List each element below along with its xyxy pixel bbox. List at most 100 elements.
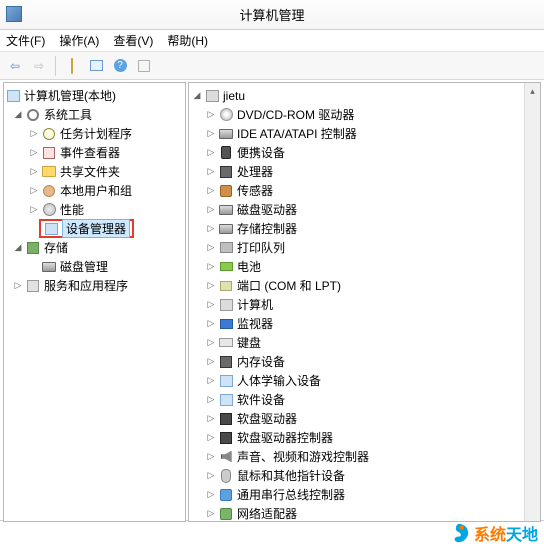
expand-icon[interactable]: ▷ [27, 165, 41, 179]
tree-label: 计算机 [237, 296, 273, 313]
device-category-monitors[interactable]: ▷ 监视器 [190, 314, 539, 333]
expand-icon[interactable]: ▷ [204, 336, 218, 350]
menu-action[interactable]: 操作(A) [59, 32, 99, 49]
menu-view[interactable]: 查看(V) [113, 32, 153, 49]
left-tree-panel[interactable]: 计算机管理(本地) ◢ 系统工具 ▷ 任务计划程序 ▷ 事件查看器 ▷ 共享文件… [3, 82, 186, 522]
tree-label: 打印队列 [237, 239, 285, 256]
device-root[interactable]: ◢ jietu [190, 86, 539, 105]
device-category-keyboards[interactable]: ▷键盘 [190, 333, 539, 352]
tree-label: 任务计划程序 [60, 125, 132, 142]
expand-icon[interactable]: ▷ [204, 450, 218, 464]
expand-icon[interactable]: ▷ [27, 203, 41, 217]
device-category-network-adapters[interactable]: ▷网络适配器 [190, 504, 539, 522]
tree-label: 磁盘管理 [60, 258, 108, 275]
menu-help[interactable]: 帮助(H) [167, 32, 208, 49]
tree-shared-folders[interactable]: ▷ 共享文件夹 [5, 162, 184, 181]
toolbar: ⇦ ⇨ ? [0, 52, 544, 80]
device-category-sound-video-game[interactable]: ▷ 声音、视频和游戏控制器 [190, 447, 539, 466]
device-category-hid-devices[interactable]: ▷ 人体学输入设备 [190, 371, 539, 390]
expand-icon[interactable]: ▷ [204, 127, 218, 141]
expand-icon[interactable]: ▷ [204, 165, 218, 179]
tree-label: 便携设备 [237, 144, 285, 161]
device-category-ports-com-lpt[interactable]: ▷端口 (COM 和 LPT) [190, 276, 539, 295]
expand-icon[interactable]: ▷ [204, 393, 218, 407]
expand-icon[interactable]: ▷ [204, 488, 218, 502]
expand-icon[interactable]: ▷ [204, 260, 218, 274]
device-category-storage-controllers[interactable]: ▷存储控制器 [190, 219, 539, 238]
device-category-portable-devices[interactable]: ▷ 便携设备 [190, 143, 539, 162]
tools-icon [25, 107, 41, 123]
device-category-software-devices[interactable]: ▷软件设备 [190, 390, 539, 409]
tree-system-tools[interactable]: ◢ 系统工具 [5, 105, 184, 124]
tree-storage[interactable]: ◢ 存储 [5, 238, 184, 257]
expand-icon[interactable]: ▷ [204, 222, 218, 236]
collapse-icon[interactable]: ◢ [190, 89, 204, 103]
device-category-dvd-cd-rom[interactable]: ▷DVD/CD-ROM 驱动器 [190, 105, 539, 124]
tree-task-scheduler[interactable]: ▷ 任务计划程序 [5, 124, 184, 143]
expand-icon[interactable]: ▷ [204, 203, 218, 217]
tree-event-viewer[interactable]: ▷ 事件查看器 [5, 143, 184, 162]
expand-icon[interactable]: ▷ [204, 241, 218, 255]
expand-icon[interactable]: ▷ [204, 431, 218, 445]
memory-devices-icon [218, 354, 234, 370]
disk-mgmt-icon [41, 259, 57, 275]
scroll-up-icon[interactable]: ▴ [525, 83, 540, 99]
tree-label: 存储 [44, 239, 68, 256]
right-tree-panel[interactable]: ▴ ◢ jietu ▷DVD/CD-ROM 驱动器▷IDE ATA/ATAPI … [188, 82, 541, 522]
tree-label: 声音、视频和游戏控制器 [237, 448, 369, 465]
expand-icon[interactable]: ▷ [204, 469, 218, 483]
device-category-print-queues[interactable]: ▷ 打印队列 [190, 238, 539, 257]
expand-icon[interactable]: ▷ [204, 507, 218, 521]
properties-button[interactable] [133, 55, 155, 77]
tree-disk-mgmt[interactable]: 磁盘管理 [5, 257, 184, 276]
expand-icon[interactable]: ▷ [27, 146, 41, 160]
device-category-batteries[interactable]: ▷电池 [190, 257, 539, 276]
device-category-sensors[interactable]: ▷传感器 [190, 181, 539, 200]
device-category-floppy-controllers[interactable]: ▷软盘驱动器控制器 [190, 428, 539, 447]
device-category-computer[interactable]: ▷ 计算机 [190, 295, 539, 314]
tree-label: 人体学输入设备 [237, 372, 321, 389]
expand-icon[interactable]: ▷ [204, 108, 218, 122]
tree-root[interactable]: 计算机管理(本地) [5, 86, 184, 105]
device-category-memory-devices[interactable]: ▷ 内存设备 [190, 352, 539, 371]
watermark: 系统天地 [448, 521, 538, 545]
hid-devices-icon [218, 373, 234, 389]
expand-icon[interactable]: ▷ [204, 184, 218, 198]
device-category-disk-drives[interactable]: ▷磁盘驱动器 [190, 200, 539, 219]
expand-icon[interactable]: ▷ [204, 317, 218, 331]
clock-icon [41, 126, 57, 142]
expand-icon[interactable]: ▷ [204, 146, 218, 160]
tree-services-apps[interactable]: ▷ 服务和应用程序 [5, 276, 184, 295]
back-button[interactable]: ⇦ [4, 55, 26, 77]
device-category-processors[interactable]: ▷处理器 [190, 162, 539, 181]
collapse-icon[interactable]: ◢ [11, 241, 25, 255]
device-category-ide-ata[interactable]: ▷IDE ATA/ATAPI 控制器 [190, 124, 539, 143]
expand-icon[interactable]: ▷ [204, 298, 218, 312]
up-button[interactable] [61, 55, 83, 77]
help-button[interactable]: ? [109, 55, 131, 77]
tree-label: 监视器 [237, 315, 273, 332]
expand-icon[interactable]: ▷ [27, 127, 41, 141]
expand-icon[interactable]: ▷ [204, 279, 218, 293]
device-category-usb-controllers[interactable]: ▷ 通用串行总线控制器 [190, 485, 539, 504]
expand-icon[interactable]: ▷ [204, 355, 218, 369]
collapse-icon[interactable]: ◢ [11, 108, 25, 122]
tree-device-manager[interactable]: 设备管理器 [5, 219, 184, 238]
expand-icon[interactable]: ▷ [204, 374, 218, 388]
expand-icon[interactable]: ▷ [11, 279, 25, 293]
view-list-button[interactable] [85, 55, 107, 77]
tree-local-users[interactable]: ▷ 本地用户和组 [5, 181, 184, 200]
expand-icon[interactable]: ▷ [204, 412, 218, 426]
device-category-floppy-drives[interactable]: ▷软盘驱动器 [190, 409, 539, 428]
vertical-scrollbar[interactable]: ▴ [524, 83, 540, 521]
menu-file[interactable]: 文件(F) [6, 32, 45, 49]
tree-performance[interactable]: ▷ 性能 [5, 200, 184, 219]
forward-button[interactable]: ⇨ [28, 55, 50, 77]
expand-icon[interactable]: ▷ [27, 184, 41, 198]
content-area: 计算机管理(本地) ◢ 系统工具 ▷ 任务计划程序 ▷ 事件查看器 ▷ 共享文件… [0, 80, 544, 521]
tree-label: 通用串行总线控制器 [237, 486, 345, 503]
computer-icon [204, 88, 220, 104]
storage-icon [25, 240, 41, 256]
tree-label: 内存设备 [237, 353, 285, 370]
device-category-mice-pointing[interactable]: ▷鼠标和其他指针设备 [190, 466, 539, 485]
